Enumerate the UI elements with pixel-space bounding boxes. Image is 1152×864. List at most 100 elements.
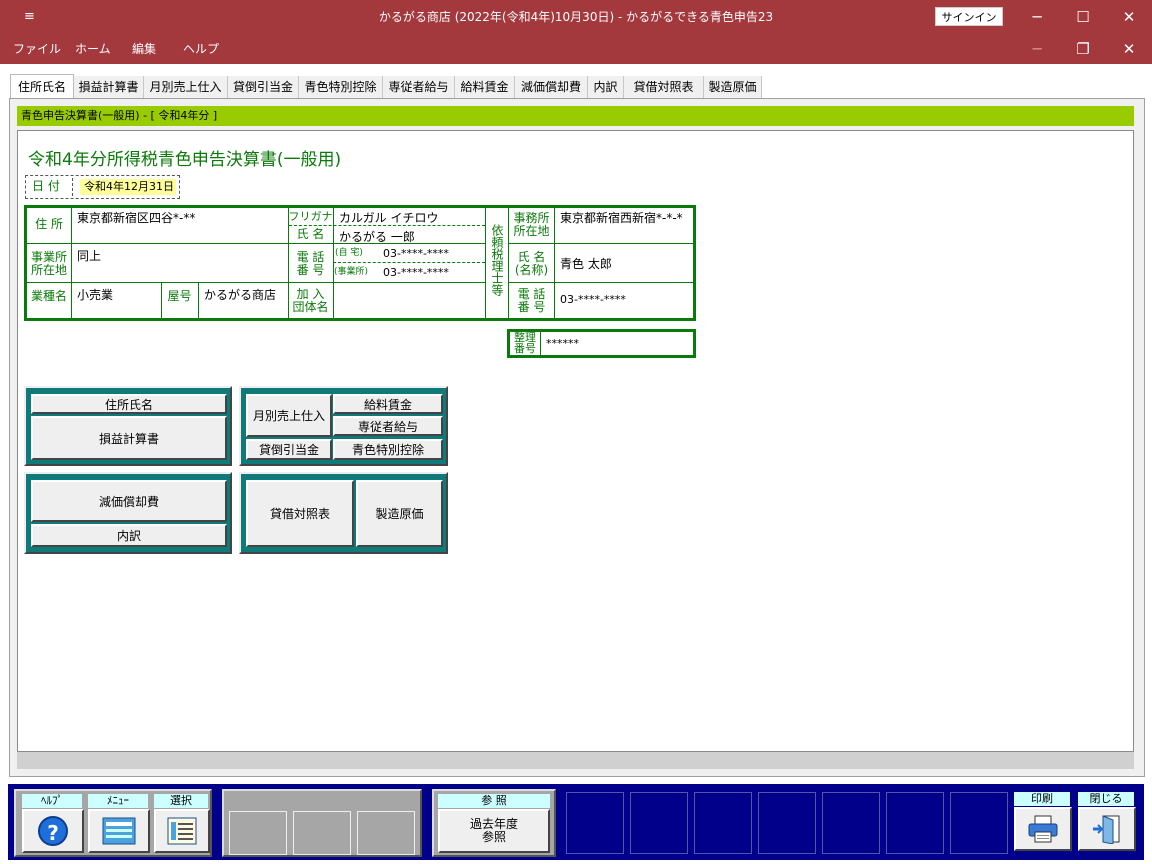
reference-number-label: 整理 番号 [510, 332, 540, 354]
name-label: 氏 名 [296, 227, 325, 241]
nav-manufacturing-button[interactable]: 製造原価 [356, 480, 443, 547]
menu-help[interactable]: ヘルプ [183, 34, 219, 64]
doc-restore-icon[interactable]: ❐ [1060, 34, 1106, 64]
app-menu-icon[interactable]: ≡ [24, 0, 35, 34]
nav-panel-1: 住所氏名 損益計算書 [24, 386, 232, 466]
select-label: 選択 [154, 794, 208, 808]
home-phone-label: (自 宅) [335, 248, 363, 258]
grid-line [198, 282, 199, 318]
agent-phone-label: 電 話 番 号 [509, 288, 554, 314]
menu-screen-icon [102, 817, 136, 845]
exit-door-icon [1093, 815, 1120, 844]
menu-button[interactable] [88, 809, 150, 853]
print-group: 印刷 [1014, 792, 1072, 854]
status-strip [17, 752, 1134, 769]
empty-slot [566, 792, 624, 854]
agent-name-field[interactable]: 青色 太郎 [560, 255, 612, 272]
tab-pl[interactable]: 損益計算書 [74, 76, 144, 98]
agent-phone-line2: 番 号 [517, 300, 546, 314]
shop-name-field[interactable]: かるがる商店 [204, 286, 276, 303]
empty-slot [758, 792, 816, 854]
office-label-line2: 所在地 [30, 263, 67, 277]
office-location-label: 事業所 所在地 [27, 251, 71, 277]
nav-panel-3: 減価償却費 内訳 [24, 472, 232, 554]
tab-bad-debt[interactable]: 貸倒引当金 [228, 76, 299, 98]
date-box: 日 付 令和4年12月31日 [25, 175, 180, 199]
maximize-icon[interactable]: ☐ [1060, 0, 1106, 34]
printer-icon [1028, 815, 1058, 843]
nav-depreciation-button[interactable]: 減価償却費 [31, 480, 227, 522]
nav-balance-sheet-button[interactable]: 貸借対照表 [246, 480, 354, 547]
close-icon[interactable]: ✕ [1106, 0, 1152, 34]
grid-line [333, 262, 485, 263]
tab-family-salary[interactable]: 専従者給与 [383, 76, 455, 98]
tab-breakdown[interactable]: 内訳 [588, 76, 624, 98]
print-button[interactable] [1014, 807, 1072, 851]
grid-line [485, 208, 486, 318]
past-year-line2: 参照 [481, 830, 506, 844]
tab-address-name[interactable]: 住所氏名 [10, 74, 74, 98]
reference-number-box: 整理 番号 ****** [507, 329, 696, 358]
agent-office-line2: 所在地 [513, 224, 550, 238]
close-label: 閉じる [1078, 792, 1134, 806]
doc-close-icon[interactable]: ✕ [1106, 34, 1152, 64]
print-label: 印刷 [1014, 792, 1070, 806]
select-button[interactable] [154, 809, 210, 853]
grid-line [508, 243, 693, 244]
reference-number-field[interactable]: ****** [546, 337, 579, 350]
nav-breakdown-button[interactable]: 内訳 [31, 524, 227, 547]
blank-slot [293, 811, 351, 855]
agent-phone-field[interactable]: 03-****-**** [560, 293, 626, 306]
name-field[interactable]: かるがる 一郎 [339, 228, 415, 245]
help-button[interactable]: ? [22, 809, 84, 853]
menu-home[interactable]: ホーム [75, 34, 111, 64]
home-phone-field[interactable]: 03-****-**** [383, 247, 449, 260]
toolbar-group-reference: 参 照 過去年度 参照 [432, 789, 556, 857]
close-group: 閉じる [1078, 792, 1136, 854]
nav-salary-button[interactable]: 給料賃金 [333, 394, 443, 414]
menu-edit[interactable]: 編集 [132, 34, 156, 64]
office-location-field[interactable]: 同上 [77, 247, 101, 264]
help-label: ﾍﾙﾌﾟ [22, 794, 82, 808]
nav-address-name-button[interactable]: 住所氏名 [31, 394, 227, 414]
bottom-toolbar: ﾍﾙﾌﾟ ? ﾒﾆｭｰ 選択 参 照 過去年度 参照 印刷 閉じる [8, 784, 1144, 860]
help-icon: ? [38, 816, 68, 846]
agent-office-label: 事務所 所在地 [509, 212, 554, 238]
tab-manufacturing[interactable]: 製造原価 [704, 76, 762, 98]
office-phone-label: (事業所) [334, 267, 369, 277]
grid-line [71, 208, 72, 318]
phone-label-line2: 番 号 [296, 263, 325, 277]
tab-monthly[interactable]: 月別売上仕入 [144, 76, 228, 98]
close-app-button[interactable] [1078, 807, 1136, 851]
nav-panel-4: 貸借対照表 製造原価 [239, 472, 448, 554]
tab-depreciation[interactable]: 減価償却費 [515, 76, 588, 98]
date-label: 日 付 [32, 179, 60, 193]
agent-office-field[interactable]: 東京都新宿西新宿*-*-* [560, 209, 683, 226]
nav-family-salary-button[interactable]: 専従者給与 [333, 416, 443, 436]
nav-bad-debt-button[interactable]: 貸倒引当金 [246, 439, 332, 460]
address-field[interactable]: 東京都新宿区四谷*-** [77, 209, 195, 226]
past-year-reference-button[interactable]: 過去年度 参照 [438, 809, 550, 853]
furigana-field[interactable]: カルガル イチロウ [339, 209, 438, 226]
date-field[interactable]: 令和4年12月31日 [80, 179, 176, 195]
office-phone-field[interactable]: 03-****-**** [383, 266, 449, 279]
select-list-icon [167, 817, 197, 845]
tab-salary[interactable]: 給料賃金 [455, 76, 515, 98]
shop-name-label: 屋号 [167, 289, 192, 303]
signin-button[interactable]: サインイン [935, 7, 1003, 26]
reference-label: 参 照 [438, 794, 550, 808]
minimize-icon[interactable]: ─ [1014, 0, 1060, 34]
nav-monthly-button[interactable]: 月別売上仕入 [246, 394, 332, 437]
empty-slot [630, 792, 688, 854]
tab-blue-deduction[interactable]: 青色特別控除 [299, 76, 383, 98]
menu-file[interactable]: ファイル [13, 34, 61, 64]
phone-label: 電 話 番 号 [288, 251, 333, 277]
tab-balance-sheet[interactable]: 貸借対照表 [624, 76, 704, 98]
industry-field[interactable]: 小売業 [77, 286, 113, 303]
nav-blue-deduction-button[interactable]: 青色特別控除 [333, 439, 443, 460]
empty-slot [822, 792, 880, 854]
date-divider [72, 178, 73, 196]
industry-label: 業種名 [30, 289, 67, 303]
doc-minimize-icon[interactable]: ─ [1014, 34, 1060, 64]
nav-pl-button[interactable]: 損益計算書 [31, 416, 227, 460]
